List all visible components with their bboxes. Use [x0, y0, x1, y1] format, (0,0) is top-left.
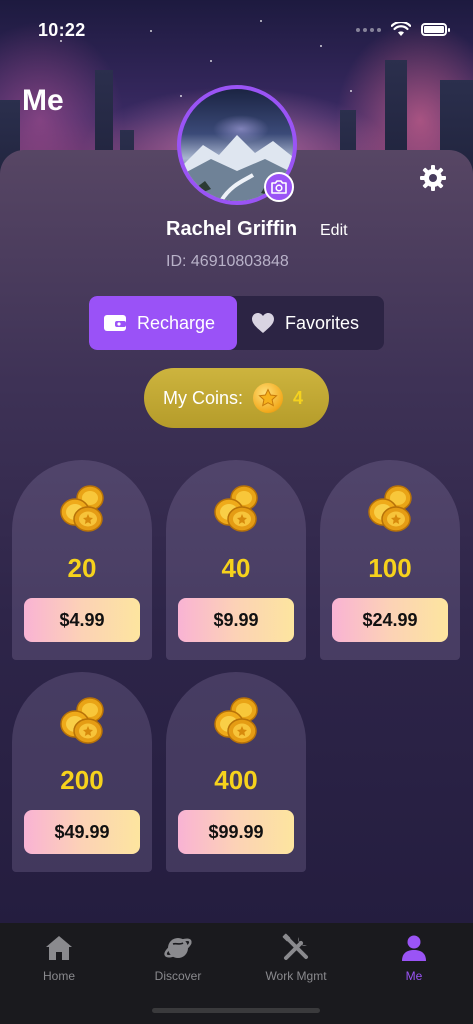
- home-icon: [46, 936, 72, 960]
- nav-discover-label: Discover: [154, 969, 202, 983]
- planet-icon: [164, 938, 192, 958]
- coin-package[interactable]: 400 $99.99: [166, 672, 306, 872]
- camera-icon[interactable]: [264, 172, 294, 202]
- coin-balance-label: My Coins:: [163, 387, 244, 408]
- cellular-signal-icon: [356, 27, 381, 32]
- tools-icon: [282, 933, 308, 960]
- tab-favorites-label: Favorites: [285, 312, 360, 333]
- nav-discover[interactable]: Discover: [128, 933, 228, 983]
- coin-balance: My Coins: 4: [144, 368, 329, 428]
- tab-recharge-label: Recharge: [137, 312, 216, 333]
- wifi-icon: [391, 22, 411, 36]
- package-coin-amount: 100: [368, 553, 412, 583]
- user-id: ID: 46910803848: [166, 253, 289, 270]
- person-icon: [402, 935, 426, 961]
- page-title: Me: [22, 84, 64, 117]
- nav-home[interactable]: Home: [9, 933, 109, 983]
- tab-favorites[interactable]: Favorites: [237, 296, 384, 350]
- gear-icon[interactable]: [418, 163, 448, 193]
- coin-balance-value: 4: [293, 387, 304, 408]
- package-price-button[interactable]: $24.99: [332, 598, 448, 642]
- coin-package[interactable]: 100 $24.99: [320, 460, 460, 660]
- package-coin-amount: 20: [67, 553, 97, 583]
- package-coin-amount: 200: [60, 765, 104, 795]
- coin-package[interactable]: 20 $4.99: [12, 460, 152, 660]
- star-coin-icon: [253, 383, 284, 413]
- coin-stack-icon: [60, 697, 104, 744]
- package-coin-amount: 40: [221, 553, 251, 583]
- wallet-icon: [104, 315, 126, 331]
- nav-work-mgmt-label: Work Mgmt: [265, 969, 327, 983]
- package-coin-amount: 400: [214, 765, 258, 795]
- battery-icon: [421, 23, 450, 36]
- package-price-button[interactable]: $4.99: [24, 598, 140, 642]
- user-name: Rachel Griffin: [166, 218, 298, 240]
- coin-stack-icon: [368, 485, 412, 532]
- coin-package[interactable]: 40 $9.99: [166, 460, 306, 660]
- status-bar: 10:22: [0, 0, 473, 60]
- package-price-button[interactable]: $99.99: [178, 810, 294, 854]
- nav-home-label: Home: [42, 969, 75, 983]
- nav-me-label: Me: [405, 969, 423, 983]
- package-price-button[interactable]: $49.99: [24, 810, 140, 854]
- coin-package[interactable]: 200 $49.99: [12, 672, 152, 872]
- coin-stack-icon: [214, 485, 258, 532]
- home-indicator[interactable]: [152, 1008, 320, 1013]
- tab-recharge[interactable]: Recharge: [89, 296, 237, 350]
- package-price-button[interactable]: $9.99: [178, 598, 294, 642]
- coin-stack-icon: [60, 485, 104, 532]
- status-time: 10:22: [38, 20, 86, 40]
- edit-profile-button[interactable]: Edit: [320, 222, 348, 240]
- coin-stack-icon: [214, 697, 258, 744]
- nav-me[interactable]: Me: [364, 933, 464, 983]
- tab-switcher: Recharge Favorites: [89, 296, 384, 350]
- heart-icon: [252, 313, 274, 333]
- nav-work-mgmt[interactable]: Work Mgmt: [246, 933, 346, 983]
